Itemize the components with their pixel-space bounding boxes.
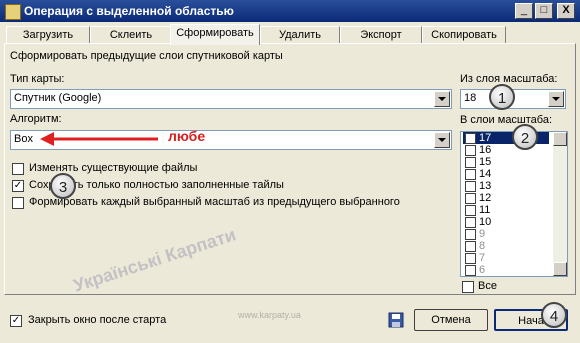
red-arrow-icon	[40, 132, 158, 146]
tab-bar: Загрузить Склеить Сформировать Удалить Э…	[4, 24, 574, 45]
app-icon	[5, 4, 21, 20]
algorithm-value: Box	[14, 133, 33, 145]
list-item[interactable]: 9	[463, 228, 549, 240]
title-bar: Операция с выделенной областью _ □ X	[0, 0, 580, 22]
map-type-value: Спутник (Google)	[14, 92, 102, 104]
tab-export[interactable]: Экспорт	[340, 26, 422, 44]
tab-download[interactable]: Загрузить	[6, 26, 90, 44]
list-item[interactable]: 8	[463, 240, 549, 252]
tab-merge[interactable]: Склеить	[90, 26, 172, 44]
list-item[interactable]: 10	[463, 216, 549, 228]
overwrite-label: Изменять существующие файлы	[29, 162, 198, 174]
full-tiles-checkbox[interactable]: ✓	[12, 180, 24, 192]
list-item[interactable]: 11	[463, 204, 549, 216]
tab-delete[interactable]: Удалить	[260, 26, 340, 44]
scroll-up-icon[interactable]	[553, 132, 567, 146]
cancel-button[interactable]: Отмена	[414, 309, 488, 331]
all-scales-checkbox[interactable]	[462, 281, 474, 293]
list-item[interactable]: 15	[463, 156, 549, 168]
all-scales-label: Все	[478, 280, 497, 292]
minimize-button[interactable]: _	[515, 3, 533, 19]
chevron-down-icon[interactable]	[548, 91, 564, 107]
map-type-select[interactable]: Спутник (Google)	[10, 89, 452, 109]
annotation-text: любе	[168, 128, 206, 144]
panel-description: Сформировать предыдущие слои спутниковой…	[10, 50, 283, 62]
list-item[interactable]: 16	[463, 144, 549, 156]
close-button[interactable]: X	[557, 3, 575, 19]
algorithm-label: Алгоритм:	[10, 113, 62, 125]
list-item[interactable]: 7	[463, 252, 549, 264]
maximize-button[interactable]: □	[535, 3, 553, 19]
list-item[interactable]: 14	[463, 168, 549, 180]
scroll-down-icon[interactable]	[553, 262, 567, 276]
chain-scales-checkbox[interactable]	[12, 197, 24, 209]
chevron-down-icon[interactable]	[434, 91, 450, 107]
chevron-down-icon[interactable]	[434, 132, 450, 148]
window-title: Операция с выделенной областью	[24, 4, 234, 18]
marker-4: 4	[541, 302, 567, 328]
tab-copy[interactable]: Скопировать	[422, 26, 506, 44]
marker-1: 1	[489, 84, 515, 110]
to-layers-label: В слои масштаба:	[460, 114, 553, 126]
tab-generate[interactable]: Сформировать	[170, 24, 260, 45]
list-item[interactable]: 6	[463, 264, 549, 276]
map-type-label: Тип карты:	[10, 73, 65, 85]
from-layer-label: Из слоя масштаба:	[460, 73, 558, 85]
overwrite-checkbox[interactable]	[12, 163, 24, 175]
close-after-start-label: Закрыть окно после старта	[28, 314, 167, 326]
marker-2: 2	[512, 124, 538, 150]
scale-list[interactable]: ✓ 17 16 15 14 13 12 11 10 9 8 7 6	[460, 131, 568, 277]
watermark-url: www.karpaty.ua	[238, 310, 301, 320]
marker-3: 3	[50, 173, 76, 199]
save-icon[interactable]	[388, 312, 404, 328]
list-scrollbar[interactable]	[553, 132, 567, 276]
close-after-start-checkbox[interactable]: ✓	[10, 315, 22, 327]
list-item[interactable]: 12	[463, 192, 549, 204]
from-layer-value: 18	[464, 92, 477, 104]
chain-scales-label: Формировать каждый выбранный масштаб из …	[29, 196, 400, 208]
list-item[interactable]: 13	[463, 180, 549, 192]
